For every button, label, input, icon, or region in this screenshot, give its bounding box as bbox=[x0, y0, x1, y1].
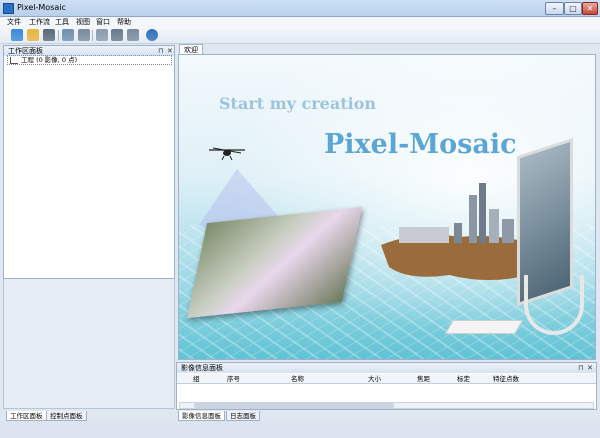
menu-file[interactable]: 文件 bbox=[7, 17, 21, 27]
menu-workflow[interactable]: 工作流 bbox=[29, 17, 50, 27]
workspace-panel: 工作区面板 ⊓ ✕ bbox=[3, 45, 175, 279]
left-panel-empty-area bbox=[3, 279, 175, 409]
column-name[interactable]: 名称 bbox=[291, 374, 304, 384]
open-project-icon[interactable] bbox=[27, 29, 39, 41]
tab-control-point-panel[interactable]: 控制点面板 bbox=[46, 411, 87, 421]
column-calibration[interactable]: 标定 bbox=[457, 374, 470, 384]
scrollbar-thumb[interactable] bbox=[194, 403, 394, 408]
aerial-image-tile bbox=[186, 206, 363, 319]
menu-tools[interactable]: 工具 bbox=[55, 17, 69, 27]
welcome-brand: Pixel-Mosaic bbox=[324, 129, 517, 160]
title-bar: Pixel-Mosaic – □ ✕ bbox=[0, 0, 600, 17]
menu-view[interactable]: 视图 bbox=[76, 17, 90, 27]
drone-icon bbox=[209, 147, 245, 161]
column-index[interactable]: 序号 bbox=[227, 374, 240, 384]
app-icon bbox=[3, 3, 14, 14]
image-info-panel-header: 影像信息面板 ⊓ ✕ bbox=[177, 363, 596, 373]
window-title: Pixel-Mosaic bbox=[17, 3, 66, 12]
tab-workspace-panel[interactable]: 工作区面板 bbox=[6, 411, 47, 421]
image-info-panel-title: 影像信息面板 bbox=[181, 364, 223, 372]
project-tree-icon bbox=[10, 57, 18, 64]
minimize-button[interactable]: – bbox=[545, 2, 564, 15]
horizontal-scrollbar[interactable] bbox=[179, 402, 594, 409]
save-icon[interactable] bbox=[43, 29, 55, 41]
toolbar bbox=[0, 27, 600, 44]
tab-log-panel[interactable]: 日志面板 bbox=[226, 411, 260, 421]
keyboard-image bbox=[444, 320, 524, 334]
maximize-button[interactable]: □ bbox=[564, 2, 582, 15]
welcome-banner: Start my creation Pixel-Mosaic bbox=[178, 54, 596, 360]
image-info-panel: 影像信息面板 ⊓ ✕ 组 序号 名称 大小 焦距 标定 特征点数 bbox=[176, 362, 597, 410]
menu-help[interactable]: 帮助 bbox=[117, 17, 131, 27]
image-list-icon[interactable] bbox=[111, 29, 123, 41]
city-model bbox=[381, 183, 537, 280]
column-focal-length[interactable]: 焦距 bbox=[417, 374, 430, 384]
column-group[interactable]: 组 bbox=[193, 374, 200, 384]
tree-item-label: 工程 (0 影像, 0 点) bbox=[21, 56, 78, 64]
column-feature-points[interactable]: 特征点数 bbox=[493, 374, 519, 384]
welcome-tagline: Start my creation bbox=[219, 94, 376, 113]
close-icon[interactable]: ✕ bbox=[587, 363, 593, 373]
export-icon[interactable] bbox=[78, 29, 90, 41]
column-size[interactable]: 大小 bbox=[368, 374, 381, 384]
table-header: 组 序号 名称 大小 焦距 标定 特征点数 bbox=[177, 374, 596, 384]
tab-welcome[interactable]: 欢迎 bbox=[179, 44, 203, 54]
close-button[interactable]: ✕ bbox=[582, 2, 598, 15]
import-images-icon[interactable] bbox=[62, 29, 74, 41]
workspace-panel-title: 工作区面板 bbox=[8, 47, 43, 55]
user-icon[interactable] bbox=[146, 29, 158, 41]
toolbar-separator bbox=[92, 30, 93, 41]
tab-image-info-panel[interactable]: 影像信息面板 bbox=[178, 411, 225, 421]
menu-bar: 文件 工作流 工具 视图 窗口 帮助 bbox=[0, 17, 600, 27]
monitor-stand bbox=[524, 275, 584, 335]
tree-item-project[interactable]: 工程 (0 影像, 0 点) bbox=[7, 55, 172, 65]
layers-icon[interactable] bbox=[127, 29, 139, 41]
status-bar bbox=[0, 421, 600, 438]
pin-icon[interactable]: ⊓ bbox=[578, 363, 583, 373]
menu-window[interactable]: 窗口 bbox=[96, 17, 110, 27]
camera-params-icon[interactable] bbox=[96, 29, 108, 41]
toolbar-separator bbox=[58, 30, 59, 41]
new-project-icon[interactable] bbox=[11, 29, 23, 41]
